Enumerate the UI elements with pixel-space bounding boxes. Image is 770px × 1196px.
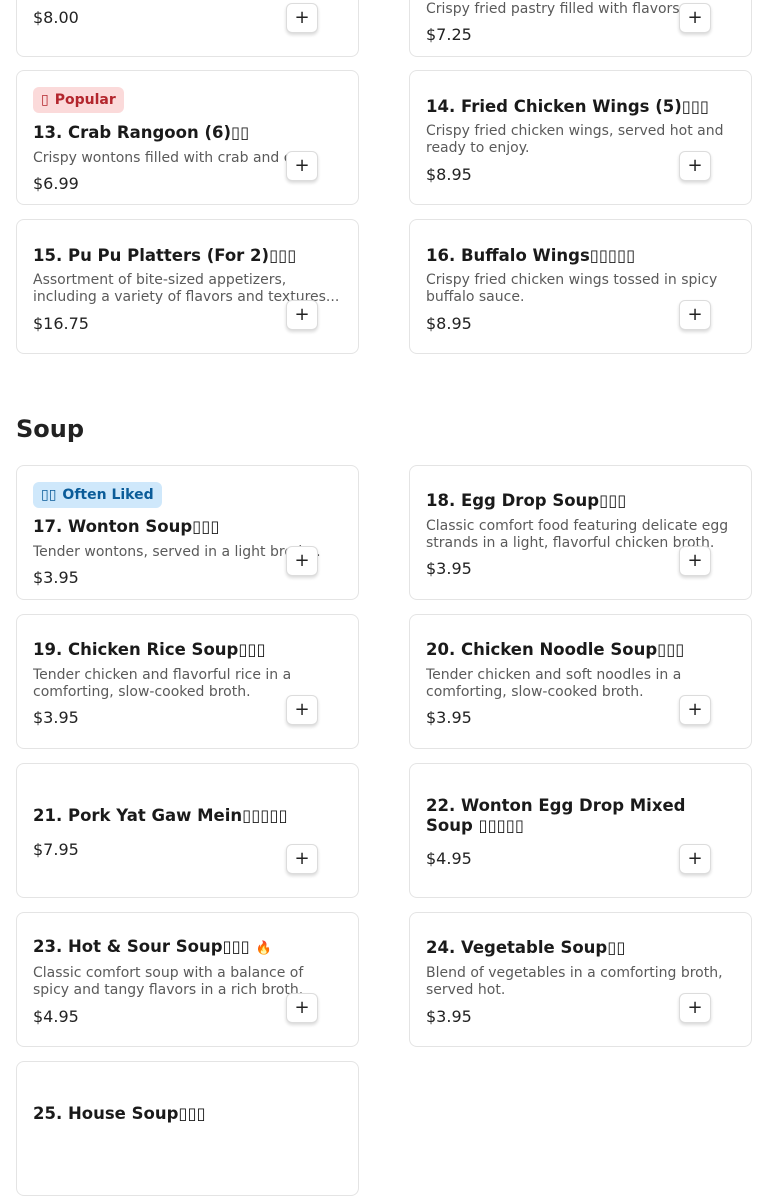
often-liked-badge: ▯▯ Often Liked [33, 482, 162, 508]
menu-item-card[interactable]: 20. Chicken Noodle Soup▯▯▯ Tender chicke… [409, 614, 752, 749]
add-to-cart-button[interactable]: + [679, 993, 711, 1023]
item-price: $8.00 [33, 8, 79, 27]
add-to-cart-button[interactable]: + [679, 300, 711, 330]
item-title: 22. Wonton Egg Drop Mixed Soup ▯▯▯▯▯ [426, 796, 686, 835]
item-title: 13. Crab Rangoon (6)▯▯ [33, 123, 250, 142]
add-to-cart-button[interactable]: + [679, 695, 711, 725]
add-to-cart-button[interactable]: + [286, 844, 318, 874]
add-to-cart-button[interactable]: + [679, 151, 711, 181]
item-title: 15. Pu Pu Platters (For 2)▯▯▯ [33, 246, 297, 265]
item-price: $3.95 [426, 1007, 472, 1026]
add-to-cart-button[interactable]: + [286, 151, 318, 181]
add-to-cart-button[interactable]: + [286, 546, 318, 576]
add-to-cart-button[interactable]: + [679, 844, 711, 874]
item-price: $7.95 [33, 840, 79, 859]
item-title: 19. Chicken Rice Soup▯▯▯ [33, 640, 266, 659]
menu-item-card[interactable]: Crispy fried pastry filled with flavors,… [409, 0, 752, 57]
add-to-cart-button[interactable]: + [679, 3, 711, 33]
item-title: 16. Buffalo Wings▯▯▯▯▯ [426, 246, 636, 265]
add-to-cart-button[interactable]: + [286, 300, 318, 330]
add-to-cart-button[interactable]: + [679, 546, 711, 576]
add-to-cart-button[interactable]: + [286, 695, 318, 725]
menu-item-card[interactable]: ▯ Popular 13. Crab Rangoon (6)▯▯ Crispy … [16, 70, 359, 205]
spicy-flame-icon: 🔥 [255, 941, 272, 956]
menu-item-card[interactable]: 16. Buffalo Wings▯▯▯▯▯ Crispy fried chic… [409, 219, 752, 354]
menu-item-card[interactable]: $8.00 + [16, 0, 359, 57]
badge-label: Popular [54, 92, 116, 108]
menu-item-card[interactable]: 21. Pork Yat Gaw Mein▯▯▯▯▯ $7.95 + [16, 763, 359, 898]
menu-item-card[interactable]: 25. House Soup▯▯▯ [16, 1061, 359, 1196]
popular-badge: ▯ Popular [33, 87, 124, 113]
menu-item-card[interactable]: 23. Hot & Sour Soup▯▯▯ 🔥 Classic comfort … [16, 912, 359, 1047]
add-to-cart-button[interactable]: + [286, 3, 318, 33]
menu-item-card[interactable]: ▯▯ Often Liked 17. Wonton Soup▯▯▯ Tender… [16, 465, 359, 600]
item-price: $4.95 [426, 849, 472, 868]
item-price: $7.25 [426, 25, 472, 44]
section-title-soup: Soup [16, 415, 85, 443]
popular-icon: ▯ [41, 92, 49, 108]
item-price: $3.95 [426, 559, 472, 578]
item-price: $4.95 [33, 1007, 79, 1026]
item-title: 20. Chicken Noodle Soup▯▯▯ [426, 640, 685, 659]
item-title: 14. Fried Chicken Wings (5)▯▯▯ [426, 97, 710, 116]
menu-item-card[interactable]: 22. Wonton Egg Drop Mixed Soup ▯▯▯▯▯ $4.… [409, 763, 752, 898]
item-price: $3.95 [33, 708, 79, 727]
menu-item-card[interactable]: 24. Vegetable Soup▯▯ Blend of vegetables… [409, 912, 752, 1047]
add-to-cart-button[interactable]: + [286, 993, 318, 1023]
menu-item-card[interactable]: 14. Fried Chicken Wings (5)▯▯▯ Crispy fr… [409, 70, 752, 205]
menu-item-card[interactable]: 15. Pu Pu Platters (For 2)▯▯▯ Assortment… [16, 219, 359, 354]
item-price: $6.99 [33, 174, 79, 193]
item-price: $8.95 [426, 165, 472, 184]
menu-item-card[interactable]: 19. Chicken Rice Soup▯▯▯ Tender chicken … [16, 614, 359, 749]
item-price: $3.95 [426, 708, 472, 727]
item-price: $16.75 [33, 314, 89, 333]
item-title: 21. Pork Yat Gaw Mein▯▯▯▯▯ [33, 806, 288, 825]
item-title: 25. House Soup▯▯▯ [33, 1104, 206, 1123]
item-title: 24. Vegetable Soup▯▯ [426, 938, 626, 957]
item-title: 18. Egg Drop Soup▯▯▯ [426, 491, 627, 510]
item-title: 17. Wonton Soup▯▯▯ [33, 517, 220, 536]
item-title: 23. Hot & Sour Soup▯▯▯ [33, 937, 250, 956]
item-price: $8.95 [426, 314, 472, 333]
menu-item-card[interactable]: 18. Egg Drop Soup▯▯▯ Classic comfort foo… [409, 465, 752, 600]
badge-label: Often Liked [62, 487, 154, 503]
item-price: $3.95 [33, 568, 79, 587]
item-title-row: 23. Hot & Sour Soup▯▯▯ 🔥 [33, 937, 322, 959]
often-liked-icon: ▯▯ [41, 487, 57, 503]
